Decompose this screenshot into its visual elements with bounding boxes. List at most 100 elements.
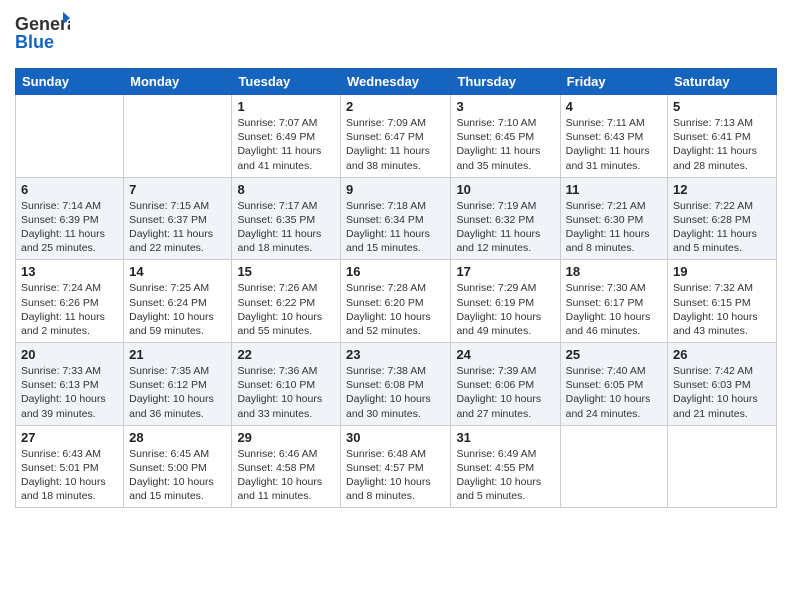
calendar-cell: 6 Sunrise: 7:14 AM Sunset: 6:39 PM Daylig… bbox=[16, 177, 124, 260]
weekday-header-friday: Friday bbox=[560, 69, 667, 95]
cell-content: Sunrise: 7:35 AM Sunset: 6:12 PM Dayligh… bbox=[129, 364, 226, 421]
cell-content: Sunrise: 7:30 AM Sunset: 6:17 PM Dayligh… bbox=[566, 281, 662, 338]
day-number: 24 bbox=[456, 347, 554, 362]
calendar-cell: 17 Sunrise: 7:29 AM Sunset: 6:19 PM Dayli… bbox=[451, 260, 560, 343]
day-number: 6 bbox=[21, 182, 118, 197]
weekday-header-row: SundayMondayTuesdayWednesdayThursdayFrid… bbox=[16, 69, 777, 95]
day-number: 28 bbox=[129, 430, 226, 445]
cell-content: Sunrise: 7:33 AM Sunset: 6:13 PM Dayligh… bbox=[21, 364, 118, 421]
calendar-cell: 3 Sunrise: 7:10 AM Sunset: 6:45 PM Daylig… bbox=[451, 95, 560, 178]
day-number: 21 bbox=[129, 347, 226, 362]
cell-content: Sunrise: 7:13 AM Sunset: 6:41 PM Dayligh… bbox=[673, 116, 771, 173]
calendar-cell: 20 Sunrise: 7:33 AM Sunset: 6:13 PM Dayli… bbox=[16, 343, 124, 426]
day-number: 4 bbox=[566, 99, 662, 114]
cell-content: Sunrise: 7:17 AM Sunset: 6:35 PM Dayligh… bbox=[237, 199, 335, 256]
calendar-cell: 9 Sunrise: 7:18 AM Sunset: 6:34 PM Daylig… bbox=[341, 177, 451, 260]
svg-text:General: General bbox=[15, 14, 70, 34]
calendar-cell: 19 Sunrise: 7:32 AM Sunset: 6:15 PM Dayli… bbox=[668, 260, 777, 343]
calendar-week-row: 20 Sunrise: 7:33 AM Sunset: 6:13 PM Dayli… bbox=[16, 343, 777, 426]
calendar-cell: 1 Sunrise: 7:07 AM Sunset: 6:49 PM Daylig… bbox=[232, 95, 341, 178]
calendar-week-row: 27Sunrise: 6:43 AM Sunset: 5:01 PM Dayli… bbox=[16, 425, 777, 508]
day-number: 15 bbox=[237, 264, 335, 279]
calendar-cell: 16Sunrise: 7:28 AM Sunset: 6:20 PM Dayli… bbox=[341, 260, 451, 343]
calendar-cell: 26Sunrise: 7:42 AM Sunset: 6:03 PM Dayli… bbox=[668, 343, 777, 426]
day-number: 9 bbox=[346, 182, 445, 197]
day-number: 11 bbox=[566, 182, 662, 197]
calendar-cell: 18Sunrise: 7:30 AM Sunset: 6:17 PM Dayli… bbox=[560, 260, 667, 343]
cell-content: Sunrise: 7:24 AM Sunset: 6:26 PM Dayligh… bbox=[21, 281, 118, 338]
calendar-cell: 25 Sunrise: 7:40 AM Sunset: 6:05 PM Dayli… bbox=[560, 343, 667, 426]
weekday-header-sunday: Sunday bbox=[16, 69, 124, 95]
calendar-cell: 14 Sunrise: 7:25 AM Sunset: 6:24 PM Dayli… bbox=[124, 260, 232, 343]
calendar-cell: 31 Sunrise: 6:49 AM Sunset: 4:55 PM Dayli… bbox=[451, 425, 560, 508]
day-number: 17 bbox=[456, 264, 554, 279]
day-number: 10 bbox=[456, 182, 554, 197]
day-number: 20 bbox=[21, 347, 118, 362]
svg-text:Blue: Blue bbox=[15, 32, 54, 52]
calendar-cell: 7Sunrise: 7:15 AM Sunset: 6:37 PM Daylig… bbox=[124, 177, 232, 260]
day-number: 3 bbox=[456, 99, 554, 114]
calendar-cell: 11Sunrise: 7:21 AM Sunset: 6:30 PM Dayli… bbox=[560, 177, 667, 260]
cell-content: Sunrise: 7:18 AM Sunset: 6:34 PM Dayligh… bbox=[346, 199, 445, 256]
day-number: 19 bbox=[673, 264, 771, 279]
weekday-header-thursday: Thursday bbox=[451, 69, 560, 95]
calendar-cell: 24 Sunrise: 7:39 AM Sunset: 6:06 PM Dayli… bbox=[451, 343, 560, 426]
cell-content: Sunrise: 7:25 AM Sunset: 6:24 PM Dayligh… bbox=[129, 281, 226, 338]
calendar-page: General Blue SundayMondayTuesdayWednesda… bbox=[0, 0, 792, 523]
day-number: 13 bbox=[21, 264, 118, 279]
calendar-cell: 8 Sunrise: 7:17 AM Sunset: 6:35 PM Daylig… bbox=[232, 177, 341, 260]
cell-content: Sunrise: 7:14 AM Sunset: 6:39 PM Dayligh… bbox=[21, 199, 118, 256]
day-number: 5 bbox=[673, 99, 771, 114]
calendar-cell: 29 Sunrise: 6:46 AM Sunset: 4:58 PM Dayli… bbox=[232, 425, 341, 508]
calendar-table: SundayMondayTuesdayWednesdayThursdayFrid… bbox=[15, 68, 777, 508]
calendar-week-row: 6 Sunrise: 7:14 AM Sunset: 6:39 PM Daylig… bbox=[16, 177, 777, 260]
day-number: 31 bbox=[456, 430, 554, 445]
calendar-cell bbox=[668, 425, 777, 508]
cell-content: Sunrise: 7:29 AM Sunset: 6:19 PM Dayligh… bbox=[456, 281, 554, 338]
calendar-cell: 21 Sunrise: 7:35 AM Sunset: 6:12 PM Dayli… bbox=[124, 343, 232, 426]
calendar-cell: 15 Sunrise: 7:26 AM Sunset: 6:22 PM Dayli… bbox=[232, 260, 341, 343]
calendar-cell: 10 Sunrise: 7:19 AM Sunset: 6:32 PM Dayli… bbox=[451, 177, 560, 260]
cell-content: Sunrise: 7:39 AM Sunset: 6:06 PM Dayligh… bbox=[456, 364, 554, 421]
calendar-cell: 13 Sunrise: 7:24 AM Sunset: 6:26 PM Dayli… bbox=[16, 260, 124, 343]
day-number: 27 bbox=[21, 430, 118, 445]
day-number: 26 bbox=[673, 347, 771, 362]
day-number: 8 bbox=[237, 182, 335, 197]
day-number: 22 bbox=[237, 347, 335, 362]
day-number: 12 bbox=[673, 182, 771, 197]
cell-content: Sunrise: 7:10 AM Sunset: 6:45 PM Dayligh… bbox=[456, 116, 554, 173]
day-number: 16 bbox=[346, 264, 445, 279]
cell-content: Sunrise: 6:49 AM Sunset: 4:55 PM Dayligh… bbox=[456, 447, 554, 504]
calendar-cell bbox=[16, 95, 124, 178]
cell-content: Sunrise: 6:45 AM Sunset: 5:00 PM Dayligh… bbox=[129, 447, 226, 504]
calendar-cell bbox=[560, 425, 667, 508]
calendar-cell: 27Sunrise: 6:43 AM Sunset: 5:01 PM Dayli… bbox=[16, 425, 124, 508]
calendar-week-row: 13 Sunrise: 7:24 AM Sunset: 6:26 PM Dayli… bbox=[16, 260, 777, 343]
day-number: 2 bbox=[346, 99, 445, 114]
weekday-header-wednesday: Wednesday bbox=[341, 69, 451, 95]
weekday-header-monday: Monday bbox=[124, 69, 232, 95]
calendar-cell: 28 Sunrise: 6:45 AM Sunset: 5:00 PM Dayli… bbox=[124, 425, 232, 508]
cell-content: Sunrise: 7:15 AM Sunset: 6:37 PM Dayligh… bbox=[129, 199, 226, 256]
calendar-cell: 5 Sunrise: 7:13 AM Sunset: 6:41 PM Daylig… bbox=[668, 95, 777, 178]
day-number: 1 bbox=[237, 99, 335, 114]
cell-content: Sunrise: 7:32 AM Sunset: 6:15 PM Dayligh… bbox=[673, 281, 771, 338]
day-number: 30 bbox=[346, 430, 445, 445]
cell-content: Sunrise: 7:38 AM Sunset: 6:08 PM Dayligh… bbox=[346, 364, 445, 421]
cell-content: Sunrise: 6:46 AM Sunset: 4:58 PM Dayligh… bbox=[237, 447, 335, 504]
cell-content: Sunrise: 7:11 AM Sunset: 6:43 PM Dayligh… bbox=[566, 116, 662, 173]
calendar-cell: 23Sunrise: 7:38 AM Sunset: 6:08 PM Dayli… bbox=[341, 343, 451, 426]
logo: General Blue bbox=[15, 10, 70, 60]
header: General Blue bbox=[15, 10, 777, 60]
day-number: 25 bbox=[566, 347, 662, 362]
cell-content: Sunrise: 7:19 AM Sunset: 6:32 PM Dayligh… bbox=[456, 199, 554, 256]
cell-content: Sunrise: 7:26 AM Sunset: 6:22 PM Dayligh… bbox=[237, 281, 335, 338]
calendar-cell: 4 Sunrise: 7:11 AM Sunset: 6:43 PM Daylig… bbox=[560, 95, 667, 178]
calendar-cell: 30Sunrise: 6:48 AM Sunset: 4:57 PM Dayli… bbox=[341, 425, 451, 508]
day-number: 29 bbox=[237, 430, 335, 445]
cell-content: Sunrise: 7:40 AM Sunset: 6:05 PM Dayligh… bbox=[566, 364, 662, 421]
cell-content: Sunrise: 7:07 AM Sunset: 6:49 PM Dayligh… bbox=[237, 116, 335, 173]
cell-content: Sunrise: 7:09 AM Sunset: 6:47 PM Dayligh… bbox=[346, 116, 445, 173]
day-number: 14 bbox=[129, 264, 226, 279]
cell-content: Sunrise: 7:22 AM Sunset: 6:28 PM Dayligh… bbox=[673, 199, 771, 256]
